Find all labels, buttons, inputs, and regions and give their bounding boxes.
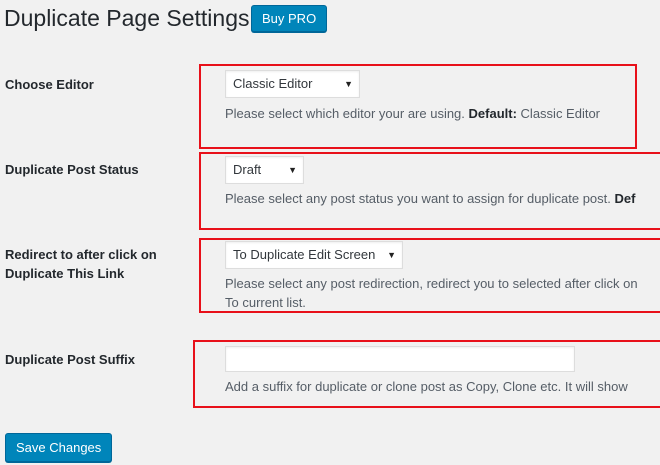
- post-status-select-value: Draft: [233, 162, 262, 177]
- redirect-description-line1: Please select any post redirection, redi…: [225, 276, 638, 291]
- suffix-input[interactable]: [225, 346, 575, 372]
- buy-pro-button[interactable]: Buy PRO: [251, 5, 328, 32]
- redirect-label-line2: Duplicate This Link: [5, 266, 125, 281]
- chevron-down-icon: ▼: [344, 79, 353, 89]
- redirect-select[interactable]: To Duplicate Edit Screen ▼: [225, 241, 403, 269]
- save-changes-button[interactable]: Save Changes: [5, 433, 113, 462]
- editor-description: Please select which editor your are usin…: [225, 106, 601, 121]
- editor-select-value: Classic Editor: [233, 76, 313, 91]
- redirect-description-line2: To current list.: [225, 295, 306, 310]
- chevron-down-icon: ▼: [387, 250, 396, 260]
- redirect-select-value: To Duplicate Edit Screen: [233, 247, 376, 262]
- choose-editor-label: Choose Editor: [5, 77, 94, 92]
- post-status-label: Duplicate Post Status: [5, 162, 139, 177]
- post-status-description: Please select any post status you want t…: [225, 191, 636, 206]
- editor-select[interactable]: Classic Editor ▼: [225, 70, 360, 98]
- suffix-label: Duplicate Post Suffix: [5, 352, 136, 367]
- chevron-down-icon: ▼: [288, 165, 297, 175]
- page-title: Duplicate Page Settings: [4, 5, 250, 31]
- redirect-label-line1: Redirect to after click on: [5, 247, 157, 262]
- post-status-select[interactable]: Draft ▼: [225, 156, 304, 184]
- suffix-description: Add a suffix for duplicate or clone post…: [225, 379, 628, 394]
